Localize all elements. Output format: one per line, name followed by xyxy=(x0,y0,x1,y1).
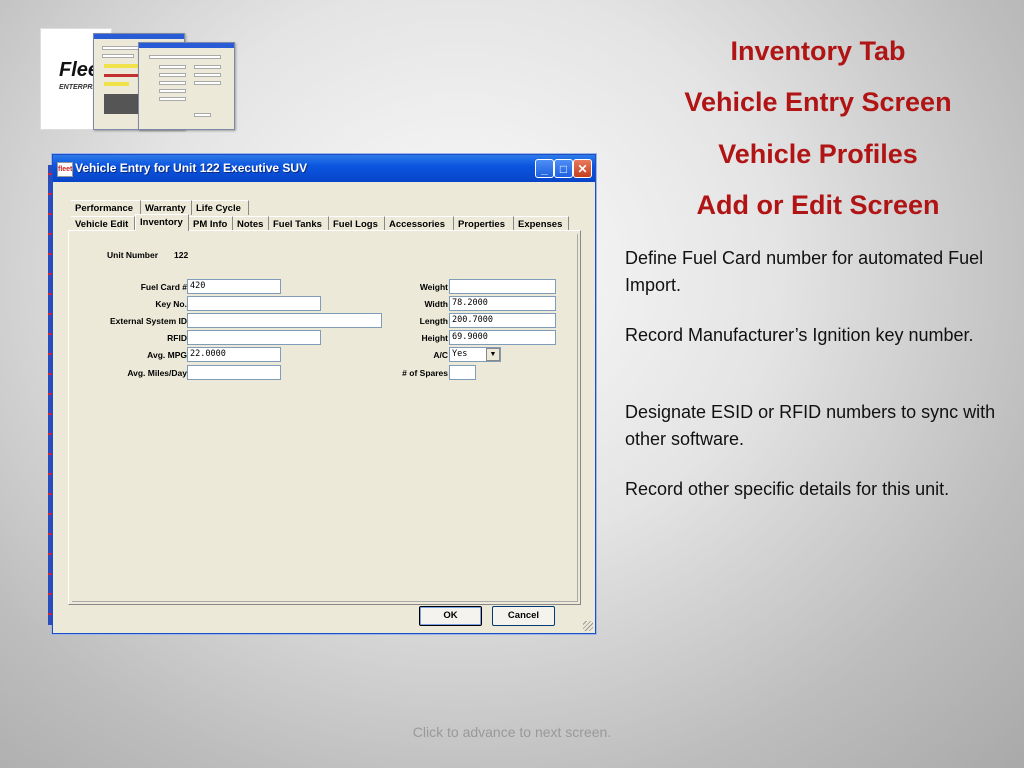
tab-fuel-tanks[interactable]: Fuel Tanks xyxy=(269,216,329,231)
description-esid-rfid: Designate ESID or RFID numbers to sync w… xyxy=(625,402,996,449)
description-other-details: Record other specific details for this u… xyxy=(625,479,950,499)
slide-heading-4: Add or Edit Screen xyxy=(696,190,940,220)
key-no-input[interactable] xyxy=(187,296,321,311)
resize-grip-icon[interactable] xyxy=(583,621,593,631)
avg-miles-day-label: Avg. Miles/Day xyxy=(127,368,187,378)
width-input[interactable]: 78.2000 xyxy=(449,296,556,311)
unit-number-label: Unit Number xyxy=(107,250,158,260)
length-input[interactable]: 200.7000 xyxy=(449,313,556,328)
tab-fuel-logs[interactable]: Fuel Logs xyxy=(329,216,385,231)
unit-number-value: 122 xyxy=(174,250,189,260)
external-system-id-input[interactable] xyxy=(187,313,382,328)
tab-performance[interactable]: Performance xyxy=(71,200,141,215)
slide-heading-2: Vehicle Entry Screen xyxy=(684,87,952,117)
spares-input[interactable] xyxy=(449,365,476,380)
spares-label: # of Spares xyxy=(402,368,448,378)
vehicle-entry-window: fleet Vehicle Entry for Unit 122 Executi… xyxy=(48,154,596,634)
external-system-id-label: External System ID xyxy=(109,316,187,326)
avg-miles-day-input[interactable] xyxy=(187,365,281,380)
ac-label: A/C xyxy=(433,350,448,360)
dropdown-arrow-icon[interactable]: ▼ xyxy=(486,348,500,361)
slide-heading-1: Inventory Tab xyxy=(730,36,906,66)
avg-mpg-label: Avg. MPG xyxy=(147,350,187,360)
thumbnail-collage: Flee ENTERPRIS xyxy=(40,25,240,130)
close-button[interactable]: ✕ xyxy=(573,159,592,178)
window-titlebar[interactable]: fleet Vehicle Entry for Unit 122 Executi… xyxy=(53,155,595,182)
app-icon: fleet xyxy=(57,162,73,177)
avg-mpg-input[interactable]: 22.0000 xyxy=(187,347,281,362)
weight-label: Weight xyxy=(419,282,448,292)
ok-button[interactable]: OK xyxy=(419,606,482,626)
length-label: Length xyxy=(419,316,448,326)
ac-selected-value: Yes xyxy=(452,349,468,359)
description-fuel-card: Define Fuel Card number for automated Fu… xyxy=(625,248,984,295)
minimize-button[interactable]: _ xyxy=(535,159,554,178)
cancel-button[interactable]: Cancel xyxy=(492,606,555,626)
tab-inventory[interactable]: Inventory xyxy=(135,214,189,231)
tab-accessories[interactable]: Accessories xyxy=(385,216,454,231)
slide-heading-3: Vehicle Profiles xyxy=(718,139,918,169)
height-input[interactable]: 69.9000 xyxy=(449,330,556,345)
background-window-edge xyxy=(48,165,52,625)
screenshot-thumbnail-front xyxy=(138,42,235,130)
width-label: Width xyxy=(424,299,448,309)
height-label: Height xyxy=(421,333,448,343)
window-title: Vehicle Entry for Unit 122 Executive SUV xyxy=(75,161,308,175)
advance-hint: Click to advance to next screen. xyxy=(412,724,612,740)
description-ignition-key: Record Manufacturer’s Ignition key numbe… xyxy=(625,325,974,345)
fuel-card-label: Fuel Card # xyxy=(140,282,187,292)
rfid-label: RFID xyxy=(167,333,187,343)
weight-input[interactable] xyxy=(449,279,556,294)
key-no-label: Key No. xyxy=(155,299,187,309)
tab-expenses[interactable]: Expenses xyxy=(514,216,569,231)
tab-notes[interactable]: Notes xyxy=(233,216,269,231)
fuel-card-input[interactable]: 420 xyxy=(187,279,281,294)
tab-properties[interactable]: Properties xyxy=(454,216,514,231)
tab-life-cycle[interactable]: Life Cycle xyxy=(192,200,249,215)
rfid-input[interactable] xyxy=(187,330,321,345)
tab-vehicle-edit[interactable]: Vehicle Edit xyxy=(71,216,135,231)
tab-pm-info[interactable]: PM Info xyxy=(189,216,233,231)
tab-warranty[interactable]: Warranty xyxy=(141,200,192,215)
maximize-button[interactable]: □ xyxy=(554,159,573,178)
